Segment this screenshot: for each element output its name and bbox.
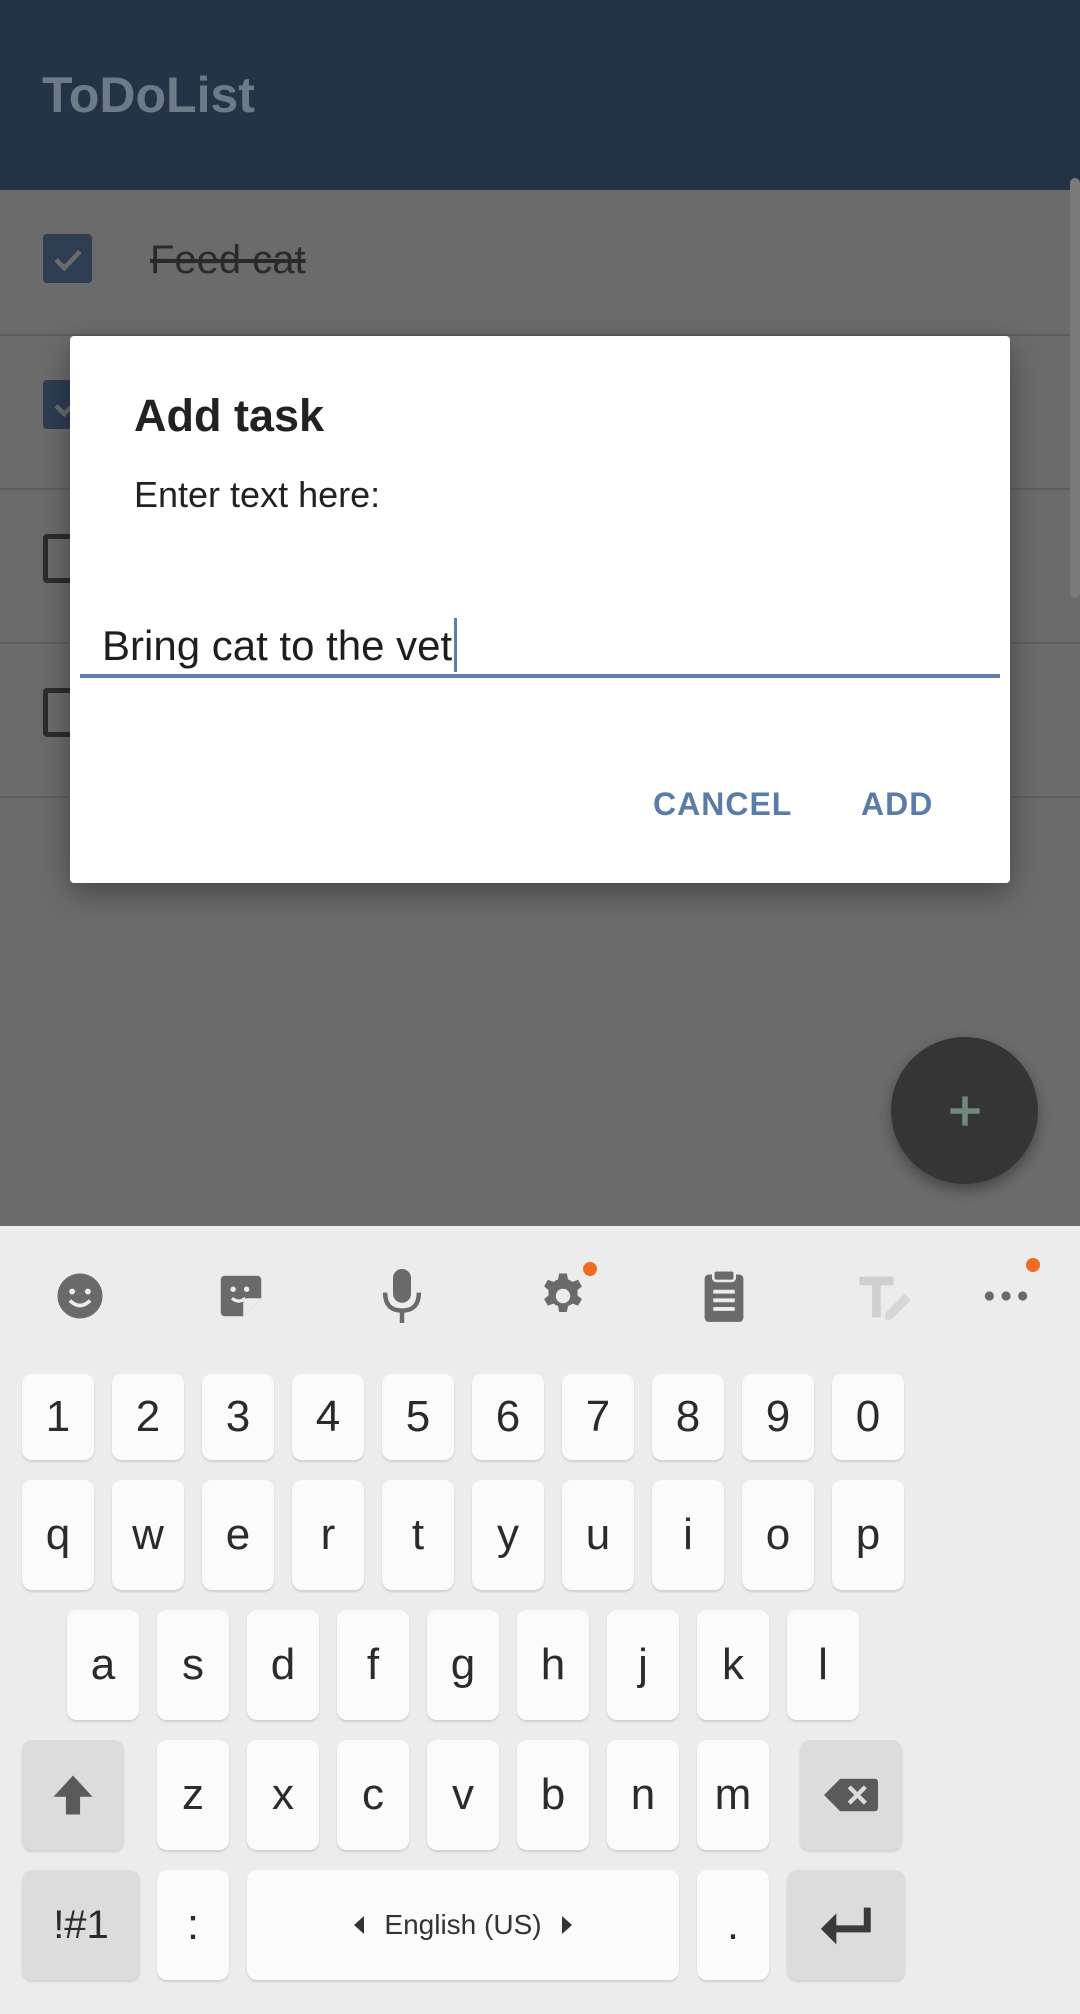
key-e[interactable]: e [202, 1480, 274, 1590]
shift-key[interactable] [22, 1740, 124, 1850]
notification-dot [583, 1262, 597, 1276]
app-bar: ToDoList [0, 0, 1080, 190]
key-i[interactable]: i [652, 1480, 724, 1590]
add-task-fab[interactable] [891, 1037, 1038, 1184]
key-1[interactable]: 1 [22, 1374, 94, 1460]
key-5[interactable]: 5 [382, 1374, 454, 1460]
key-z[interactable]: z [157, 1740, 229, 1850]
app-title: ToDoList [42, 67, 255, 123]
space-key[interactable]: English (US) [247, 1870, 679, 1980]
more-icon[interactable] [976, 1258, 1040, 1326]
key-q[interactable]: q [22, 1480, 94, 1590]
text-edit-icon[interactable] [855, 1266, 915, 1326]
task-text-input[interactable]: Bring cat to the vet [102, 616, 458, 676]
key-t[interactable]: t [382, 1480, 454, 1590]
add-task-dialog: Add task Enter text here: Bring cat to t… [70, 336, 1010, 883]
key-m[interactable]: m [697, 1740, 769, 1850]
key-o[interactable]: o [742, 1480, 814, 1590]
backspace-icon [824, 1778, 878, 1812]
notification-dot [1026, 1258, 1040, 1272]
key-x[interactable]: x [247, 1740, 319, 1850]
key-k[interactable]: k [697, 1610, 769, 1720]
text-cursor [454, 618, 458, 672]
key-0[interactable]: 0 [832, 1374, 904, 1460]
key-f[interactable]: f [337, 1610, 409, 1720]
emoji-icon[interactable] [50, 1266, 110, 1326]
key-9[interactable]: 9 [742, 1374, 814, 1460]
key-u[interactable]: u [562, 1480, 634, 1590]
key-2[interactable]: 2 [112, 1374, 184, 1460]
microphone-icon[interactable] [372, 1266, 432, 1326]
app-screen: ToDoList Feed cat Add task Enter text he… [0, 0, 1080, 2014]
key-r[interactable]: r [292, 1480, 364, 1590]
chevron-left-icon [354, 1916, 365, 1934]
task-label: Feed cat [150, 238, 306, 282]
key-3[interactable]: 3 [202, 1374, 274, 1460]
key-n[interactable]: n [607, 1740, 679, 1850]
key-c[interactable]: c [337, 1740, 409, 1850]
cancel-button[interactable]: CANCEL [653, 786, 792, 823]
add-button[interactable]: ADD [861, 786, 933, 823]
key-g[interactable]: g [427, 1610, 499, 1720]
key-s[interactable]: s [157, 1610, 229, 1720]
key-w[interactable]: w [112, 1480, 184, 1590]
colon-key[interactable]: : [157, 1870, 229, 1980]
scroll-indicator [1070, 178, 1080, 598]
period-key[interactable]: . [697, 1870, 769, 1980]
check-icon [54, 249, 82, 272]
task-text-field[interactable]: Bring cat to the vet [80, 616, 1000, 678]
key-6[interactable]: 6 [472, 1374, 544, 1460]
key-p[interactable]: p [832, 1480, 904, 1590]
chevron-right-icon [561, 1916, 572, 1934]
language-label: English (US) [384, 1909, 542, 1940]
key-l[interactable]: l [787, 1610, 859, 1720]
task-text-value: Bring cat to the vet [102, 622, 453, 669]
enter-icon [820, 1907, 871, 1945]
key-v[interactable]: v [427, 1740, 499, 1850]
key-a[interactable]: a [67, 1610, 139, 1720]
key-7[interactable]: 7 [562, 1374, 634, 1460]
clipboard-icon[interactable] [694, 1266, 754, 1326]
enter-key[interactable] [787, 1870, 905, 1980]
key-j[interactable]: j [607, 1610, 679, 1720]
soft-keyboard: 1 2 3 4 5 6 7 8 9 0 q w e r t y u i o p … [0, 1226, 1080, 2014]
task-checkbox[interactable] [43, 234, 92, 283]
symbols-key[interactable]: !#1 [22, 1870, 140, 1980]
plus-icon [949, 1095, 980, 1126]
key-d[interactable]: d [247, 1610, 319, 1720]
key-b[interactable]: b [517, 1740, 589, 1850]
key-8[interactable]: 8 [652, 1374, 724, 1460]
task-row[interactable]: Feed cat [0, 190, 1080, 336]
key-y[interactable]: y [472, 1480, 544, 1590]
dialog-message: Enter text here: [134, 474, 381, 515]
keyboard-toolbar [0, 1226, 1080, 1366]
shift-icon [53, 1775, 93, 1815]
key-h[interactable]: h [517, 1610, 589, 1720]
key-4[interactable]: 4 [292, 1374, 364, 1460]
backspace-key[interactable] [800, 1740, 902, 1850]
dialog-title: Add task [134, 390, 325, 441]
settings-icon[interactable] [533, 1262, 597, 1326]
sticker-icon[interactable] [211, 1266, 271, 1326]
